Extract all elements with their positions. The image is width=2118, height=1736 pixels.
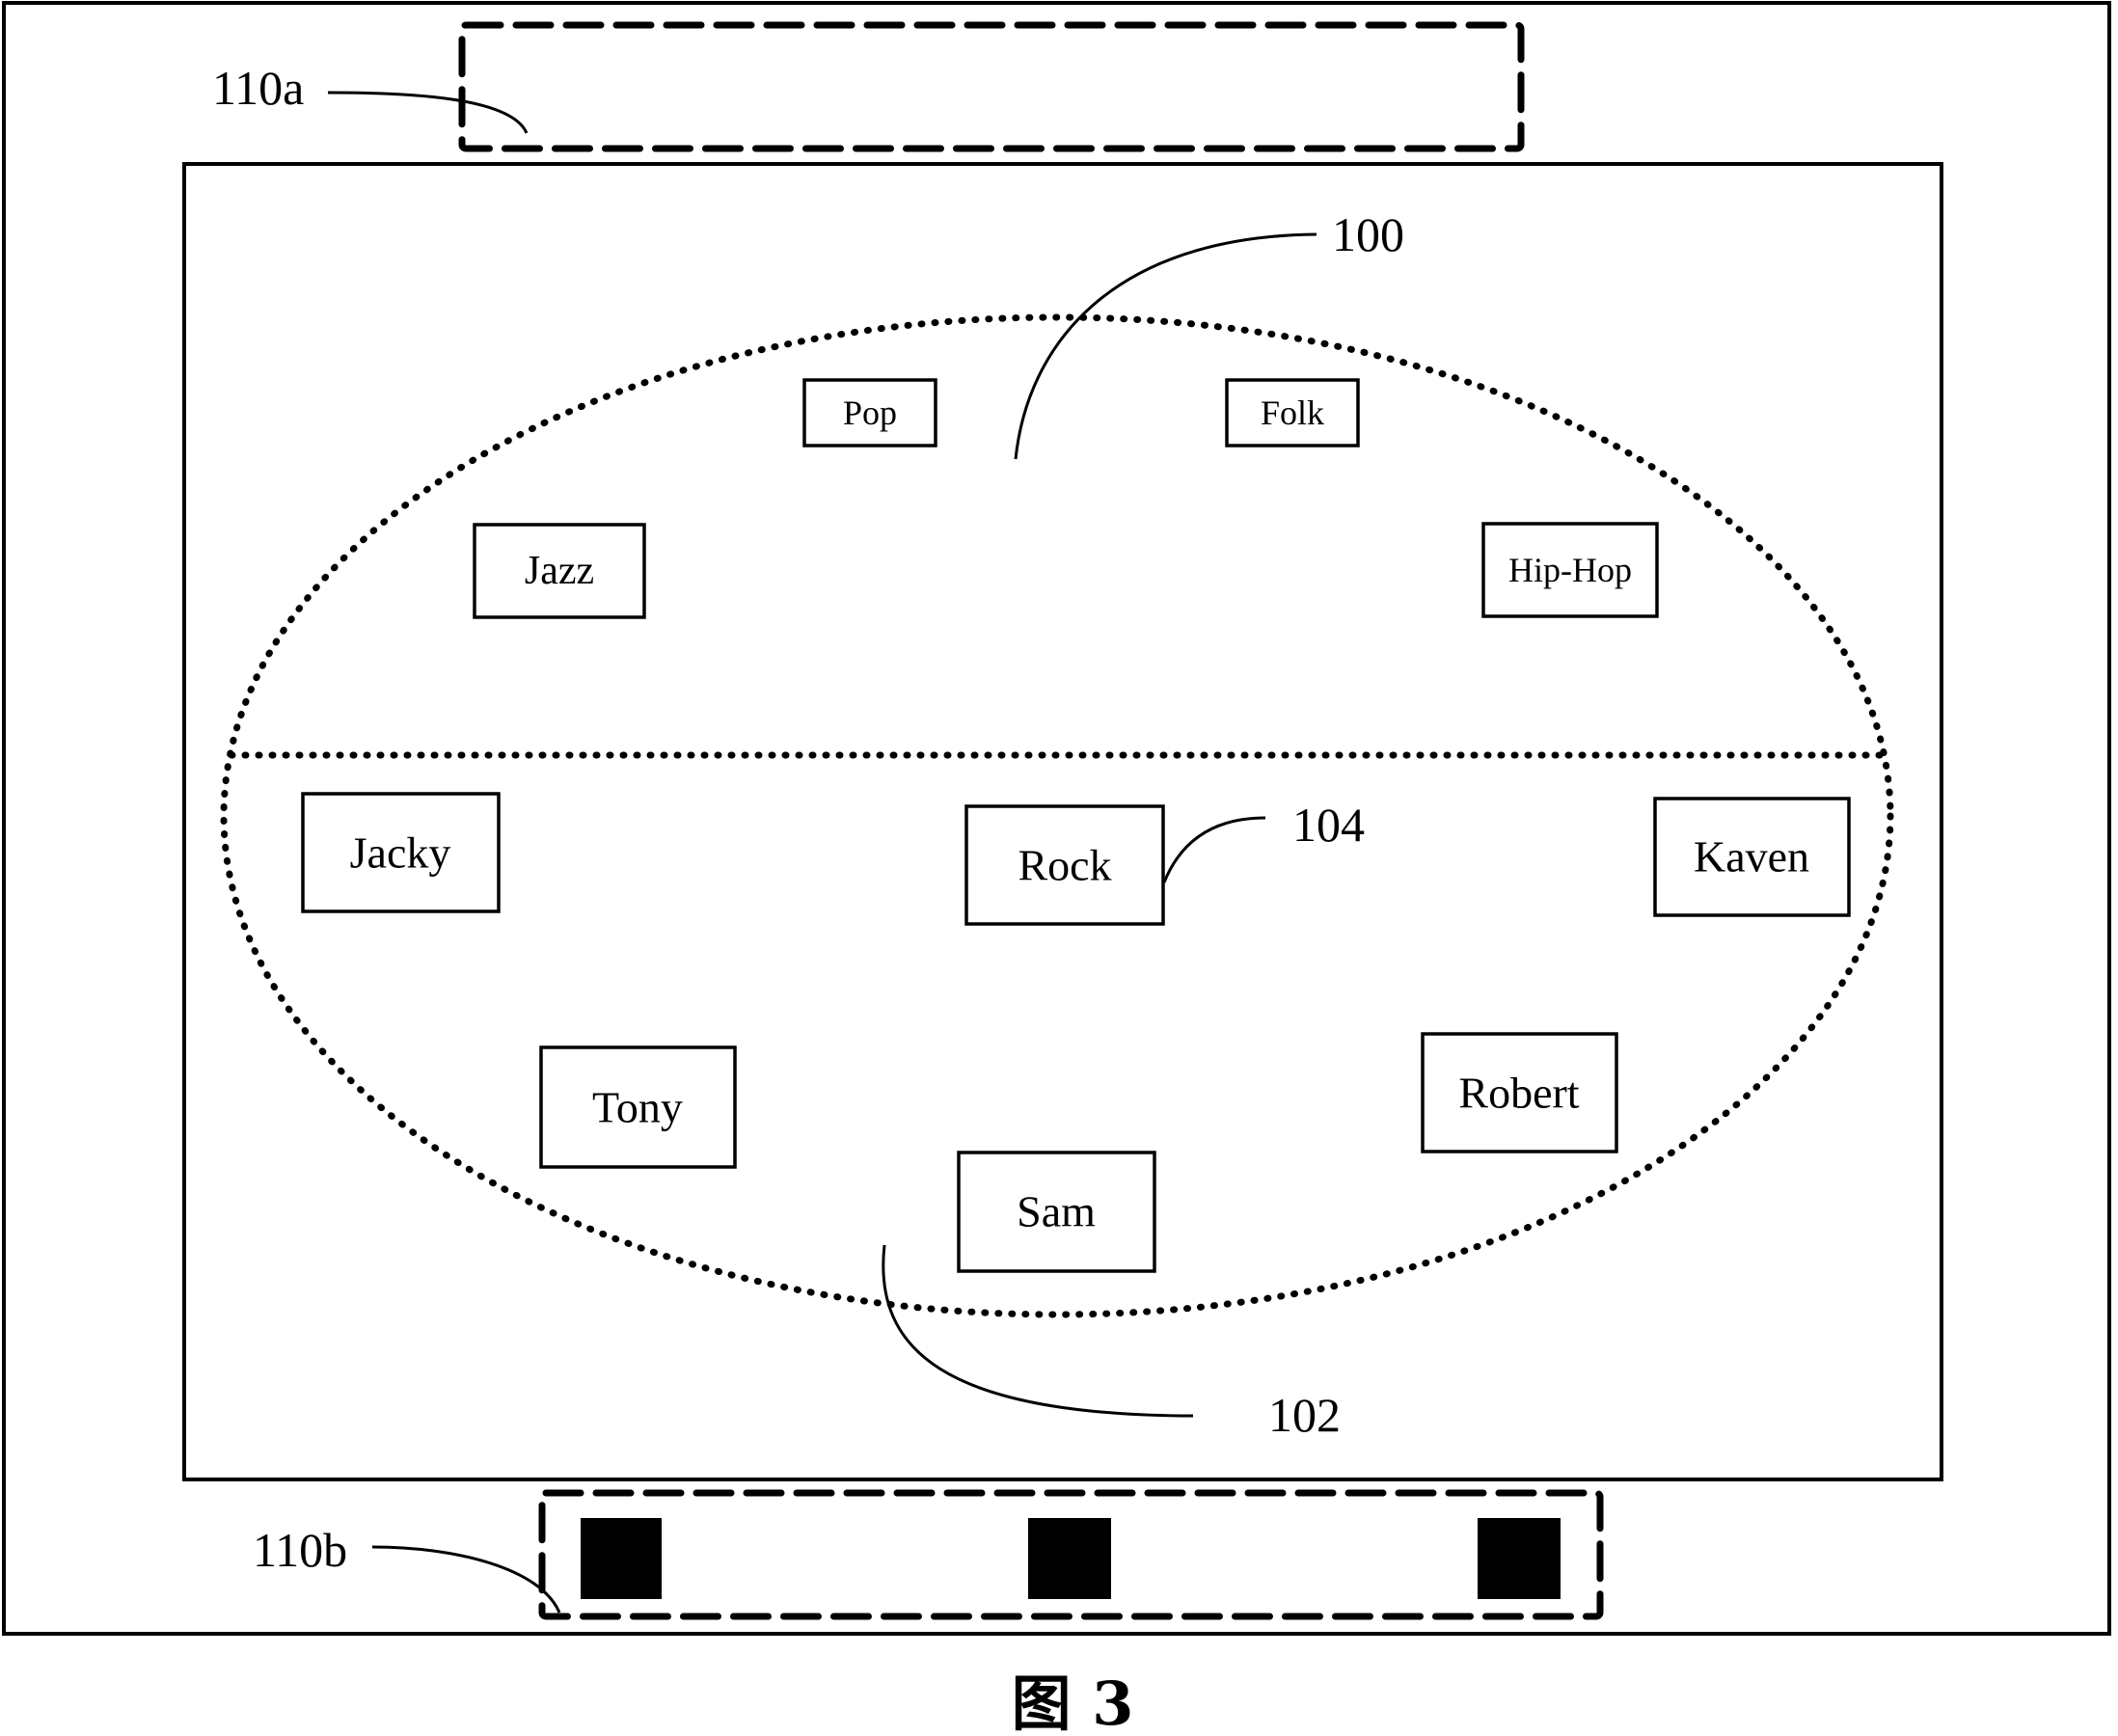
item-label: Rock xyxy=(1018,841,1111,890)
figure-caption: 图 3 xyxy=(1012,1668,1134,1736)
artist-label: Sam xyxy=(1017,1187,1096,1236)
leader-line-110b xyxy=(371,1545,561,1614)
artist-item-kaven[interactable]: Kaven xyxy=(1653,797,1851,917)
genre-label: Folk xyxy=(1261,393,1324,432)
genre-label: Jazz xyxy=(525,549,594,593)
genre-label: Pop xyxy=(843,393,897,432)
genre-item-jazz[interactable]: Jazz xyxy=(473,523,646,619)
artist-label: Jacky xyxy=(350,828,451,878)
bottom-bar-button-2[interactable] xyxy=(1028,1518,1111,1599)
genre-item-hip-hop[interactable]: Hip-Hop xyxy=(1481,522,1659,618)
ref-label-102: 102 xyxy=(1268,1388,1341,1442)
genre-item-folk[interactable]: Folk xyxy=(1225,378,1360,448)
artist-item-jacky[interactable]: Jacky xyxy=(301,792,501,913)
artist-item-tony[interactable]: Tony xyxy=(539,1045,737,1169)
ref-label-110b: 110b xyxy=(253,1523,347,1577)
artist-label: Kaven xyxy=(1694,832,1809,882)
artist-label: Tony xyxy=(592,1083,683,1132)
bottom-bar-button-3[interactable] xyxy=(1478,1518,1561,1599)
genre-item-pop[interactable]: Pop xyxy=(802,378,937,448)
artist-label: Robert xyxy=(1458,1069,1579,1118)
figure-canvas: 110a 100 Pop Folk Jazz Hip-Hop Jacky Roc… xyxy=(2,1,2111,1736)
genre-label: Hip-Hop xyxy=(1508,551,1632,589)
top-bar-region[interactable] xyxy=(458,21,1525,152)
ref-label-100: 100 xyxy=(1332,207,1404,261)
ref-label-104: 104 xyxy=(1292,798,1365,852)
leader-line-110a xyxy=(327,91,529,134)
artist-item-sam[interactable]: Sam xyxy=(957,1151,1156,1273)
item-rock[interactable]: Rock xyxy=(964,804,1165,926)
leader-line-104 xyxy=(1162,816,1266,883)
artist-item-robert[interactable]: Robert xyxy=(1421,1032,1618,1153)
bottom-bar-button-1[interactable] xyxy=(581,1518,662,1599)
ref-label-110a: 110a xyxy=(212,61,304,115)
